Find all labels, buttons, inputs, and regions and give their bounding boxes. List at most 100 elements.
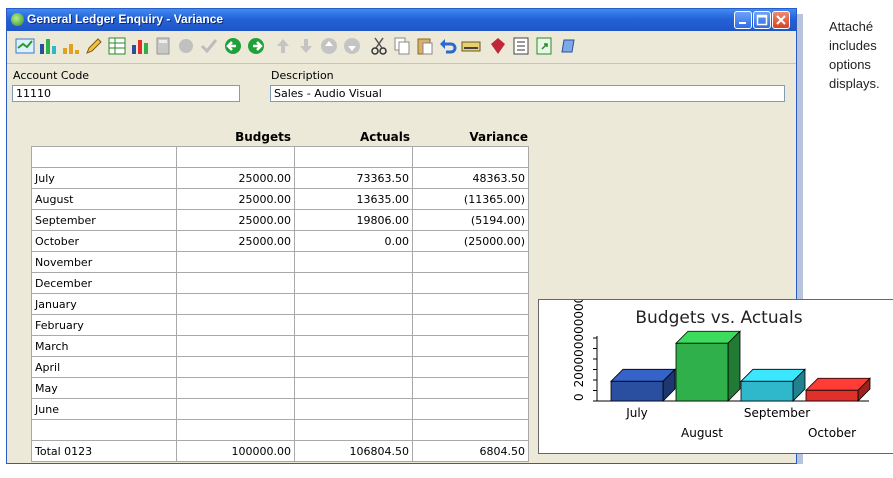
notepad-icon[interactable] — [558, 36, 578, 56]
account-code-field[interactable]: 11110 — [12, 85, 240, 102]
minimize-button[interactable] — [734, 11, 752, 29]
period-cell[interactable]: March — [31, 335, 177, 357]
budgets-cell[interactable]: 25000.00 — [176, 230, 295, 252]
budgets-cell[interactable]: 25000.00 — [176, 209, 295, 231]
period-cell[interactable]: December — [31, 272, 177, 294]
actuals-cell[interactable] — [294, 419, 413, 441]
variance-cell[interactable] — [412, 251, 529, 273]
spreadsheet-icon[interactable] — [107, 36, 127, 56]
copy-icon[interactable] — [392, 36, 412, 56]
calculator-icon[interactable] — [153, 36, 173, 56]
period-cell[interactable]: May — [31, 377, 177, 399]
table-row[interactable] — [31, 419, 529, 441]
checkmark-icon[interactable] — [199, 36, 219, 56]
variance-cell[interactable]: (11365.00) — [412, 188, 529, 210]
variance-cell[interactable] — [412, 356, 529, 378]
variance-cell[interactable]: 6804.50 — [412, 440, 529, 462]
circle-down-icon[interactable] — [342, 36, 362, 56]
budgets-cell[interactable] — [176, 146, 295, 168]
undo-icon[interactable] — [438, 36, 458, 56]
variance-cell[interactable] — [412, 377, 529, 399]
variance-cell[interactable] — [412, 398, 529, 420]
budgets-cell[interactable]: 25000.00 — [176, 167, 295, 189]
maximize-button[interactable] — [753, 11, 771, 29]
budgets-cell[interactable] — [176, 272, 295, 294]
actuals-cell[interactable]: 106804.50 — [294, 440, 413, 462]
period-cell[interactable] — [31, 146, 177, 168]
text-doc-icon[interactable] — [511, 36, 531, 56]
variance-cell[interactable] — [412, 314, 529, 336]
budgets-cell[interactable] — [176, 251, 295, 273]
period-cell[interactable]: February — [31, 314, 177, 336]
actuals-cell[interactable] — [294, 398, 413, 420]
down-arrow-icon[interactable] — [296, 36, 316, 56]
gem-icon[interactable] — [176, 36, 196, 56]
actuals-cell[interactable] — [294, 335, 413, 357]
variance-cell[interactable]: (5194.00) — [412, 209, 529, 231]
variance-cell[interactable] — [412, 272, 529, 294]
budgets-cell[interactable] — [176, 398, 295, 420]
bar-chart-alt-icon[interactable] — [130, 36, 150, 56]
actuals-cell[interactable]: 19806.00 — [294, 209, 413, 231]
budgets-cell[interactable] — [176, 377, 295, 399]
actuals-cell[interactable]: 73363.50 — [294, 167, 413, 189]
budgets-cell[interactable] — [176, 356, 295, 378]
period-cell[interactable]: January — [31, 293, 177, 315]
table-row[interactable]: February — [31, 314, 529, 336]
up-arrow-icon[interactable] — [273, 36, 293, 56]
budgets-cell[interactable] — [176, 314, 295, 336]
actuals-cell[interactable] — [294, 377, 413, 399]
back-arrow-icon[interactable] — [223, 36, 243, 56]
actuals-cell[interactable] — [294, 356, 413, 378]
circle-up-icon[interactable] — [319, 36, 339, 56]
variance-cell[interactable]: 48363.50 — [412, 167, 529, 189]
period-cell[interactable]: April — [31, 356, 177, 378]
table-row[interactable]: November — [31, 251, 529, 273]
table-row[interactable]: May — [31, 377, 529, 399]
table-row[interactable]: January — [31, 293, 529, 315]
title-bar[interactable]: General Ledger Enquiry - Variance — [7, 9, 796, 31]
close-button[interactable] — [772, 11, 790, 29]
actuals-cell[interactable] — [294, 251, 413, 273]
table-row[interactable]: Total 0123 100000.00 106804.50 6804.50 — [31, 440, 529, 462]
scissors-icon[interactable] — [369, 36, 389, 56]
period-cell[interactable]: July — [31, 167, 177, 189]
keyboard-icon[interactable] — [461, 36, 481, 56]
budgets-cell[interactable] — [176, 419, 295, 441]
budgets-cell[interactable] — [176, 335, 295, 357]
period-cell[interactable] — [31, 419, 177, 441]
period-cell[interactable]: June — [31, 398, 177, 420]
table-row[interactable]: September 25000.00 19806.00 (5194.00) — [31, 209, 529, 231]
table-row[interactable]: March — [31, 335, 529, 357]
description-field[interactable]: Sales - Audio Visual — [270, 85, 785, 102]
table-row[interactable]: June — [31, 398, 529, 420]
pencil-icon[interactable] — [84, 36, 104, 56]
budgets-cell[interactable]: 100000.00 — [176, 440, 295, 462]
actuals-cell[interactable] — [294, 314, 413, 336]
actuals-cell[interactable] — [294, 272, 413, 294]
table-row[interactable]: April — [31, 356, 529, 378]
grid-view-icon[interactable] — [15, 36, 35, 56]
period-cell[interactable]: Total 0123 — [31, 440, 177, 462]
variance-cell[interactable] — [412, 146, 529, 168]
ruby-icon[interactable] — [488, 36, 508, 56]
actuals-cell[interactable] — [294, 293, 413, 315]
period-cell[interactable]: October — [31, 230, 177, 252]
table-row[interactable]: December — [31, 272, 529, 294]
budgets-cell[interactable] — [176, 293, 295, 315]
variance-cell[interactable] — [412, 335, 529, 357]
actuals-cell[interactable]: 13635.00 — [294, 188, 413, 210]
variance-cell[interactable]: (25000.00) — [412, 230, 529, 252]
period-cell[interactable]: September — [31, 209, 177, 231]
actuals-cell[interactable] — [294, 146, 413, 168]
table-row[interactable]: October 25000.00 0.00 (25000.00) — [31, 230, 529, 252]
period-cell[interactable]: August — [31, 188, 177, 210]
table-row[interactable] — [31, 146, 529, 168]
variance-cell[interactable] — [412, 419, 529, 441]
paste-icon[interactable] — [415, 36, 435, 56]
variance-cell[interactable] — [412, 293, 529, 315]
export-icon[interactable] — [534, 36, 554, 56]
bar-chart-icon[interactable] — [38, 36, 58, 56]
bar-chart-small-icon[interactable] — [61, 36, 81, 56]
table-row[interactable]: July 25000.00 73363.50 48363.50 — [31, 167, 529, 189]
